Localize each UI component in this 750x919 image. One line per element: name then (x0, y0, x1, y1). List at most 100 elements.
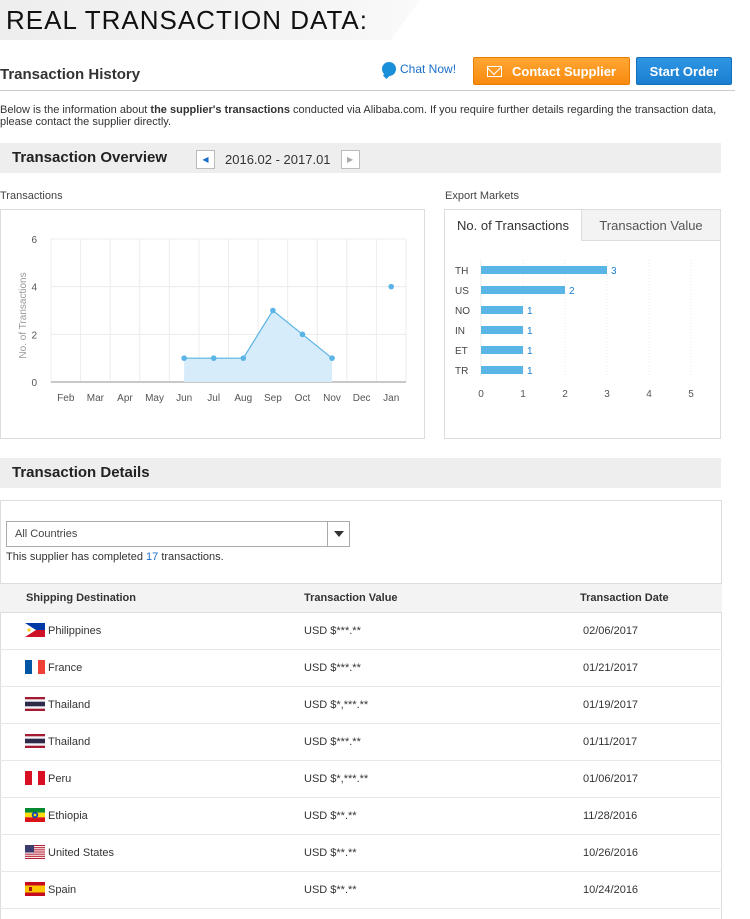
row-country: United States (48, 847, 115, 859)
intro-text: Below is the information about the suppl… (0, 104, 730, 128)
row-country: Thailand (48, 736, 91, 748)
tab-transaction-value[interactable]: Transaction Value (582, 210, 720, 241)
banner-title: REAL TRANSACTION DATA: (6, 5, 368, 35)
row-value: USD $***.** (304, 625, 361, 637)
table-row: Thailand USD $*,***.** 01/19/2017 (0, 687, 722, 724)
x-tick-label: 4 (646, 389, 652, 400)
transactions-chart: 0 2 4 6 Feb Mar Apr May Jun Jul Aug Sep Oct Nov Dec Jan… (18, 235, 407, 404)
details-section-bar: Transaction Details (0, 458, 721, 488)
bar-value-label: 1 (527, 306, 533, 317)
y-tick-label: 4 (31, 283, 37, 294)
column-header-destination: Shipping Destination (26, 592, 136, 604)
banner: REAL TRANSACTION DATA: (0, 0, 750, 42)
row-date: 01/19/2017 (583, 699, 639, 711)
spain-flag-icon (25, 882, 45, 896)
start-order-button[interactable]: Start Order (636, 57, 732, 85)
table-row: United States USD $**.** 10/26/2016 (0, 835, 722, 872)
bar-value-label: 1 (527, 326, 533, 337)
y-tick-label: 2 (31, 330, 37, 341)
row-country: Spain (48, 884, 77, 896)
row-value: USD $***.** (304, 736, 361, 748)
chat-now-link[interactable]: Chat Now! (382, 62, 456, 76)
row-date: 02/06/2017 (583, 625, 639, 637)
x-tick-label: Oct (295, 393, 311, 404)
dropdown-arrow-icon (327, 522, 349, 546)
row-date: 10/26/2016 (583, 847, 639, 859)
x-tick-label: Jan (383, 393, 399, 404)
period-label: 2016.02 - 2017.01 (225, 151, 331, 167)
x-tick-label: Aug (234, 393, 252, 404)
x-tick-label: Jul (207, 393, 220, 404)
row-country: Ethiopia (48, 810, 88, 822)
table-row: Ethiopia USD $**.** 11/28/2016 (0, 798, 722, 835)
bar-category-label: US (455, 286, 469, 297)
export-markets-chart: 0 1 2 3 4 5 TH 3 US 2 NO 1 IN 1 ET 1 TR 1 (455, 260, 694, 400)
bar-value-label: 2 (569, 286, 575, 297)
x-tick-label: Sep (264, 393, 282, 404)
contact-supplier-button[interactable]: Contact Supplier (473, 57, 630, 85)
bar-value-label: 3 (611, 266, 617, 277)
bar-value-label: 1 (527, 346, 533, 357)
data-point (329, 355, 335, 361)
x-tick-label: Feb (57, 393, 75, 404)
row-date: 11/28/2016 (583, 810, 638, 822)
row-value: USD $**.** (304, 884, 357, 896)
data-point (299, 331, 306, 338)
export-markets-panel: 0 1 2 3 4 5 TH 3 US 2 NO 1 IN 1 ET 1 TR 1 (444, 209, 721, 439)
data-point (240, 355, 247, 361)
transactions-chart-panel: 0 2 4 6 Feb Mar Apr May Jun Jul Aug Sep Oct Nov Dec Jan… (0, 209, 425, 439)
country-select-value: All Countries (15, 528, 78, 540)
row-country: Philippines (48, 625, 102, 637)
page-title: Transaction History (0, 66, 141, 83)
bar-value-label: 1 (527, 366, 533, 377)
export-markets-label: Export Markets (445, 190, 519, 202)
bar-category-label: TH (455, 266, 468, 277)
row-value: USD $*,***.** (304, 699, 369, 711)
overview-section-bar: Transaction Overview (0, 143, 721, 173)
table-row: Philippines USD $***.** 02/06/2017 (0, 613, 722, 650)
row-date: 01/11/2017 (583, 736, 638, 748)
bar-category-label: IN (455, 326, 465, 337)
data-point (210, 355, 217, 361)
bar (481, 346, 523, 354)
chat-now-label: Chat Now! (400, 62, 457, 76)
france-flag-icon (25, 660, 45, 674)
thailand-flag-icon (25, 697, 45, 711)
next-period-button[interactable]: ▶ (340, 149, 360, 169)
column-header-value: Transaction Value (304, 592, 398, 604)
y-tick-label: 0 (31, 378, 37, 389)
previous-period-button[interactable]: ◀ (196, 149, 215, 169)
bar (481, 266, 607, 274)
united-states-flag-icon (25, 845, 45, 859)
table-row: Peru USD $*,***.** 01/06/2017 (0, 761, 722, 798)
x-tick-label: 3 (604, 389, 610, 400)
thailand-flag-icon (25, 734, 45, 748)
row-value: USD $**.** (304, 847, 357, 859)
x-tick-label: Jun (176, 393, 192, 404)
bar (481, 306, 523, 314)
table-header: Shipping Destination Transaction Value T… (0, 583, 722, 613)
row-date: 10/24/2016 (583, 884, 639, 896)
intro-text-before: Below is the information about (0, 104, 151, 116)
transactions-chart-label: Transactions (0, 190, 63, 202)
tab-no-of-transactions[interactable]: No. of Transactions (445, 210, 582, 241)
x-tick-label: Mar (87, 393, 105, 404)
overview-title: Transaction Overview (12, 149, 168, 166)
y-axis-label: No. of Transactions (18, 272, 29, 358)
completed-summary: This supplier has completed 17 transacti… (6, 551, 224, 563)
row-value: USD $*,***.** (304, 773, 369, 785)
bar-category-label: TR (455, 366, 468, 377)
row-country: Thailand (48, 699, 91, 711)
data-point (270, 307, 276, 314)
row-date: 01/06/2017 (583, 773, 639, 785)
contact-supplier-label: Contact Supplier (511, 63, 616, 79)
x-tick-label: 2 (562, 389, 568, 400)
y-tick-label: 6 (31, 235, 37, 246)
x-tick-label: May (145, 393, 164, 404)
mail-icon (486, 65, 502, 77)
country-select[interactable]: All Countries (6, 521, 350, 547)
x-tick-label: Nov (323, 393, 341, 404)
x-tick-label: 0 (478, 389, 484, 400)
philippines-flag-icon (25, 623, 45, 637)
row-value: USD $***.** (304, 662, 361, 674)
